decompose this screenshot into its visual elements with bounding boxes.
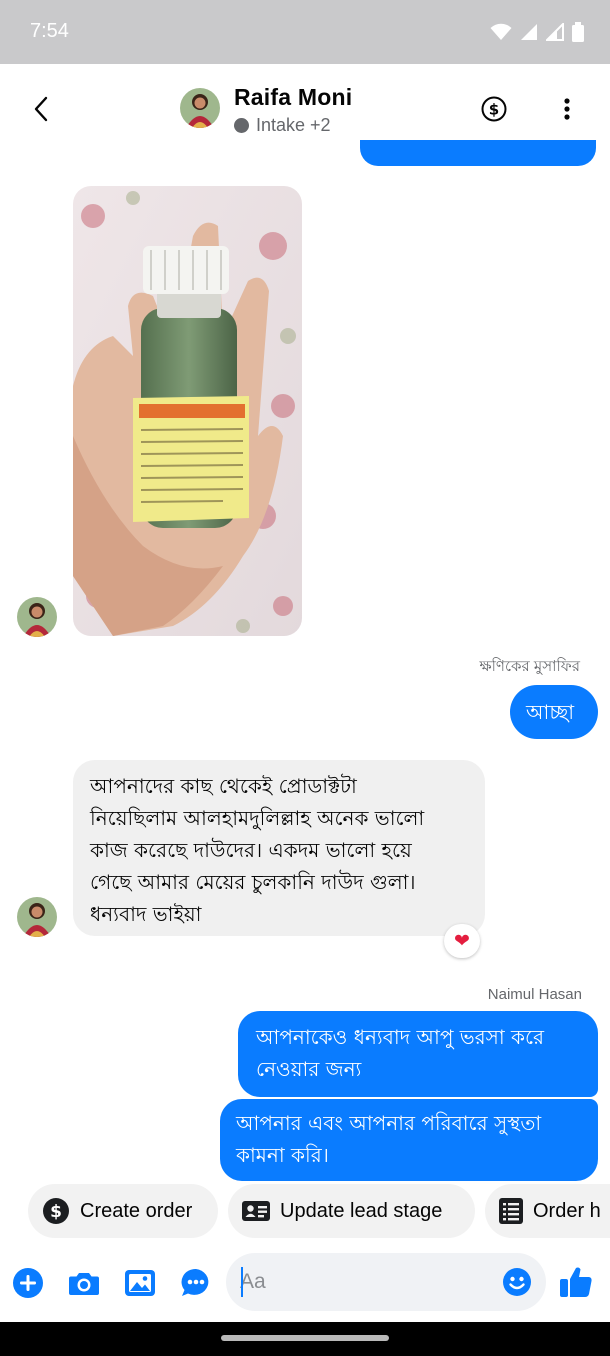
outgoing-message[interactable]: আপনার এবং আপনার পরিবারে সুস্থতা কামনা কর… [220, 1099, 598, 1181]
message-line: নিয়েছিলাম আলহামদুলিল্লাহ অনেক ভালো [90, 806, 425, 830]
dollar-circle-icon[interactable]: $ [481, 96, 507, 122]
quick-actions-row: $ Create order Update lead stage Order h [0, 1184, 610, 1240]
message-line: কাজ করেছে দাউদের। একদম ভালো হয়ে [90, 838, 412, 862]
message-line: আপনাদের কাছ থেকেই প্রোডাক্টটা [90, 774, 357, 798]
contact-name[interactable]: Raifa Moni [234, 84, 352, 111]
message-composer [0, 1250, 610, 1320]
signal-alt-icon [546, 23, 564, 41]
thumbs-up-icon[interactable] [558, 1264, 594, 1300]
contact-avatar-small[interactable] [17, 897, 57, 937]
emoji-icon[interactable] [502, 1267, 532, 1297]
home-gesture-handle[interactable] [221, 1335, 389, 1341]
outgoing-message[interactable]: আচ্ছা [510, 685, 598, 739]
svg-text:$: $ [50, 1202, 62, 1222]
battery-icon [572, 22, 584, 42]
signal-icon [521, 24, 537, 40]
message-line: গেছে আমার মেয়ের চুলকানি দাউদ গুলা। [90, 870, 416, 894]
svg-text:$: $ [489, 101, 499, 119]
message-input-pill[interactable] [226, 1253, 546, 1311]
message-line: আপনাকেও ধন্যবাদ আপু ভরসা করে [256, 1025, 545, 1049]
lead-stage-subtitle[interactable]: Intake +2 [234, 115, 331, 136]
back-arrow-icon[interactable] [28, 94, 54, 124]
outgoing-message[interactable]: আপনাকেও ধন্যবাদ আপু ভরসা করে নেওয়ার জন্… [238, 1011, 598, 1097]
message-line: কামনা করি। [236, 1143, 329, 1167]
photo-message[interactable] [73, 186, 302, 636]
chip-label: Create order [80, 1199, 193, 1222]
sender-name: Naimul Hasan [487, 986, 582, 1003]
text-cursor [241, 1267, 243, 1297]
plus-circle-icon[interactable] [12, 1267, 44, 1299]
message-line: ধন্যবাদ ভাইয়া [90, 902, 202, 926]
system-icons [490, 22, 584, 42]
chip-label: Order h [533, 1199, 601, 1222]
gallery-icon[interactable] [124, 1267, 156, 1299]
more-options-icon[interactable] [556, 96, 578, 122]
camera-icon[interactable] [68, 1267, 100, 1299]
message-input[interactable] [240, 1266, 490, 1298]
wifi-icon [490, 23, 512, 40]
system-navigation-bar [0, 1322, 610, 1356]
list-document-icon [499, 1198, 523, 1224]
heart-icon: ❤ [454, 929, 470, 952]
sender-name: ক্ষণিকের মুসাফির [479, 658, 580, 675]
heart-reaction[interactable]: ❤ [444, 924, 480, 958]
saved-replies-icon[interactable] [180, 1267, 212, 1299]
stage-dot-icon [234, 118, 249, 133]
contact-avatar[interactable] [180, 88, 220, 128]
message-line: আপনার এবং আপনার পরিবারে সুস্থতা [236, 1111, 542, 1135]
chip-label: Update lead stage [280, 1199, 443, 1222]
status-time: 7:54 [30, 20, 69, 42]
contact-card-icon [242, 1201, 270, 1221]
contact-avatar-small[interactable] [17, 597, 57, 637]
order-history-button[interactable]: Order h [485, 1184, 610, 1238]
incoming-message[interactable]: আপনাদের কাছ থেকেই প্রোডাক্টটা নিয়েছিলাম… [73, 760, 485, 936]
previous-outgoing-bubble[interactable] [360, 140, 596, 166]
message-text: আচ্ছা [526, 700, 575, 724]
message-line: নেওয়ার জন্য [256, 1057, 362, 1081]
create-order-button[interactable]: $ Create order [28, 1184, 218, 1238]
update-lead-stage-button[interactable]: Update lead stage [228, 1184, 475, 1238]
status-bar: 7:54 [0, 0, 610, 64]
dollar-circle-icon: $ [43, 1198, 69, 1224]
lead-stage-label: Intake +2 [256, 115, 331, 135]
